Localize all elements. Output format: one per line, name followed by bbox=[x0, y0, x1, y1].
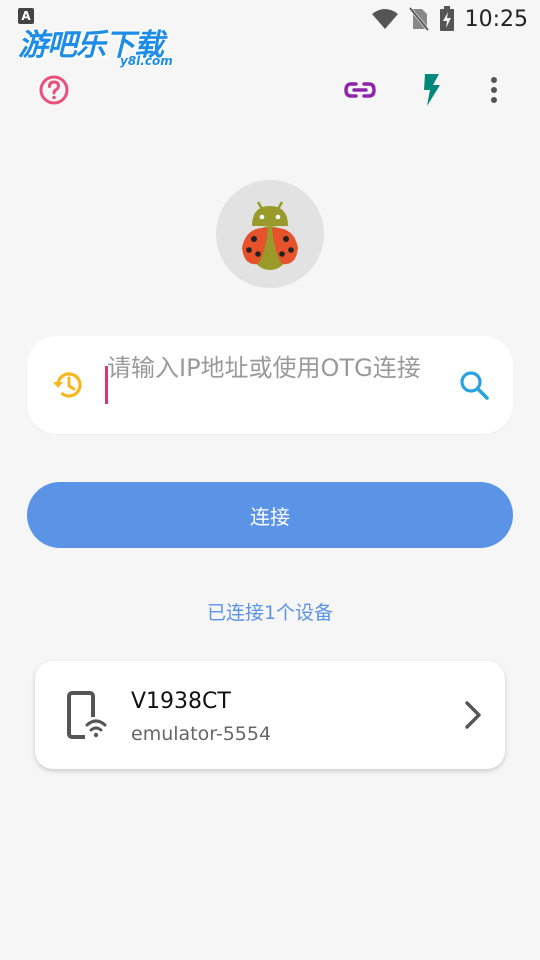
clock: 10:25 bbox=[464, 6, 528, 32]
watermark-subtext: y8l.com bbox=[120, 54, 173, 68]
search-icon bbox=[460, 371, 489, 400]
history-icon bbox=[53, 372, 82, 398]
flash-icon bbox=[424, 74, 440, 106]
status-icons: 10:25 bbox=[371, 6, 528, 32]
chevron-right-icon bbox=[465, 701, 481, 729]
link-icon bbox=[344, 82, 376, 98]
more-vert-icon bbox=[491, 77, 497, 103]
search-button[interactable] bbox=[457, 368, 491, 402]
no-sim-icon bbox=[408, 7, 429, 31]
app-logo bbox=[216, 180, 324, 288]
watermark-logo: 游吧乐下载 y8l.com bbox=[18, 20, 173, 68]
connected-devices-count: 已连接1个设备 bbox=[206, 602, 334, 624]
ladybug-android-icon bbox=[242, 201, 298, 270]
history-button[interactable] bbox=[51, 368, 85, 402]
wifi-icon bbox=[371, 9, 398, 29]
device-serial: emulator-5554 bbox=[131, 723, 272, 745]
help-button[interactable] bbox=[36, 72, 72, 108]
ip-input-card bbox=[27, 336, 513, 434]
wireless-phone-icon bbox=[67, 691, 111, 741]
link-button[interactable] bbox=[342, 72, 378, 108]
device-list-item[interactable]: V1938CT emulator-5554 bbox=[35, 661, 505, 769]
help-icon bbox=[39, 75, 69, 105]
connect-button[interactable]: 连接 bbox=[27, 482, 513, 548]
ip-address-input[interactable] bbox=[107, 352, 447, 420]
device-name: V1938CT bbox=[131, 689, 231, 714]
more-options-button[interactable] bbox=[476, 72, 512, 108]
flash-button[interactable] bbox=[413, 72, 449, 108]
battery-charging-icon bbox=[439, 6, 454, 31]
